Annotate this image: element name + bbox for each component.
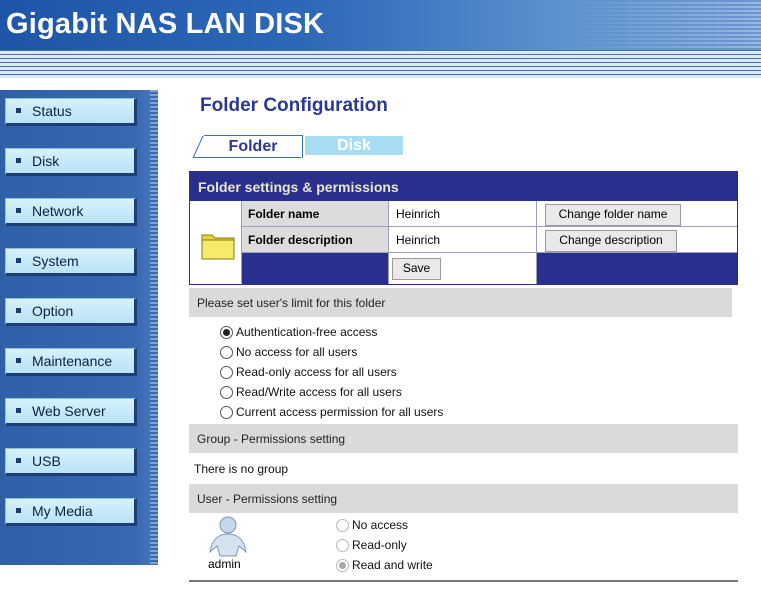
user-permissions-title: User - Permissions setting [197, 492, 338, 506]
radio-button[interactable] [336, 519, 349, 532]
sidebar-item-system[interactable]: System [5, 248, 137, 276]
folder-name-value-cell: Heinrich [389, 201, 537, 227]
folder-name-label: Folder name [248, 207, 320, 221]
bottom-divider [189, 580, 738, 582]
change-folder-name-button[interactable]: Change folder name [545, 204, 681, 226]
radio-label: Read-only access for all users [236, 365, 397, 379]
sidebar-item-label: Web Server [32, 403, 106, 419]
app-title: Gigabit NAS LAN DISK [6, 8, 325, 40]
no-group-text: There is no group [194, 462, 289, 476]
radio-label: No access for all users [236, 345, 358, 359]
sidebar-item-network[interactable]: Network [5, 198, 137, 226]
folder-settings-header: Folder settings & permissions [190, 172, 737, 201]
radio-button[interactable] [220, 406, 233, 419]
sidebar-item-label: System [32, 253, 79, 269]
radio-button[interactable] [336, 539, 349, 552]
sidebar-item-my-media[interactable]: My Media [5, 498, 137, 526]
save-button-cell: Save [389, 253, 537, 284]
bullet-icon [16, 108, 21, 113]
radio-button[interactable] [336, 559, 349, 572]
bullet-icon [16, 208, 21, 213]
sidebar-item-label: Maintenance [32, 353, 113, 369]
group-permissions-header: Group - Permissions setting [189, 424, 738, 453]
sidebar-item-disk[interactable]: Disk [5, 148, 137, 176]
app-header: Gigabit NAS LAN DISK [0, 0, 761, 78]
bullet-icon [16, 508, 21, 513]
folder-name-action-cell: Change folder name [537, 201, 737, 227]
radio-label: Authentication-free access [236, 325, 378, 339]
bullet-icon [16, 408, 21, 413]
sidebar: Status Disk Network System Option Mainte… [0, 90, 158, 565]
user-limit-title: Please set user's limit for this folder [197, 296, 386, 310]
folder-description-label-cell: Folder description [242, 227, 389, 253]
folder-name-value: Heinrich [396, 207, 441, 221]
user-limit-header: Please set user's limit for this folder [189, 288, 732, 317]
radio-button[interactable] [220, 366, 233, 379]
radio-label: Current access permission for all users [236, 405, 444, 419]
sidebar-item-label: Network [32, 203, 84, 219]
bullet-icon [16, 258, 21, 263]
tab-underline [193, 157, 301, 158]
page-title: Folder Configuration [200, 95, 388, 116]
bullet-icon [16, 358, 21, 363]
change-description-button[interactable]: Change description [545, 230, 677, 252]
folder-name-label-cell: Folder name [242, 201, 389, 227]
save-row-fill [537, 253, 737, 284]
bullet-icon [16, 158, 21, 163]
tab-folder-label: Folder [228, 138, 278, 155]
sidebar-item-status[interactable]: Status [5, 98, 137, 126]
tab-folder[interactable]: Folder [192, 135, 303, 158]
tab-disk-label: Disk [337, 137, 371, 154]
folder-settings-panel: Folder settings & permissions Folder nam… [189, 171, 738, 285]
folder-icon-cell [190, 201, 242, 283]
folder-description-value-cell: Heinrich [389, 227, 537, 253]
user-permissions-header: User - Permissions setting [189, 484, 738, 513]
tab-disk[interactable]: Disk [305, 136, 403, 155]
radio-button[interactable] [220, 386, 233, 399]
user-name: admin [208, 557, 241, 571]
sidebar-item-label: USB [32, 453, 61, 469]
folder-description-label: Folder description [248, 233, 353, 247]
radio-label: Read-only [352, 538, 407, 552]
folder-description-action-cell: Change description [537, 227, 737, 253]
folder-icon [201, 234, 235, 260]
radio-label: Read and write [352, 558, 433, 572]
header-stripes [0, 50, 761, 78]
radio-button[interactable] [220, 346, 233, 359]
save-row-spacer [242, 253, 389, 284]
tab-slant [192, 136, 204, 158]
sidebar-item-label: Status [32, 103, 72, 119]
bullet-icon [16, 308, 21, 313]
folder-description-value: Heinrich [396, 233, 441, 247]
sidebar-item-web-server[interactable]: Web Server [5, 398, 137, 426]
sidebar-item-maintenance[interactable]: Maintenance [5, 348, 137, 376]
radio-label: Read/Write access for all users [236, 385, 402, 399]
sidebar-edge-stripes [150, 90, 158, 565]
user-avatar-icon [209, 516, 247, 557]
sidebar-item-usb[interactable]: USB [5, 448, 137, 476]
bullet-icon [16, 458, 21, 463]
sidebar-item-option[interactable]: Option [5, 298, 137, 326]
folder-settings-title: Folder settings & permissions [198, 179, 399, 195]
sidebar-item-label: Option [32, 303, 74, 319]
save-button[interactable]: Save [392, 258, 441, 280]
radio-button[interactable] [220, 326, 233, 339]
sidebar-item-label: My Media [32, 503, 93, 519]
radio-label: No access [352, 518, 409, 532]
sidebar-item-label: Disk [32, 153, 60, 169]
group-permissions-title: Group - Permissions setting [197, 432, 346, 446]
